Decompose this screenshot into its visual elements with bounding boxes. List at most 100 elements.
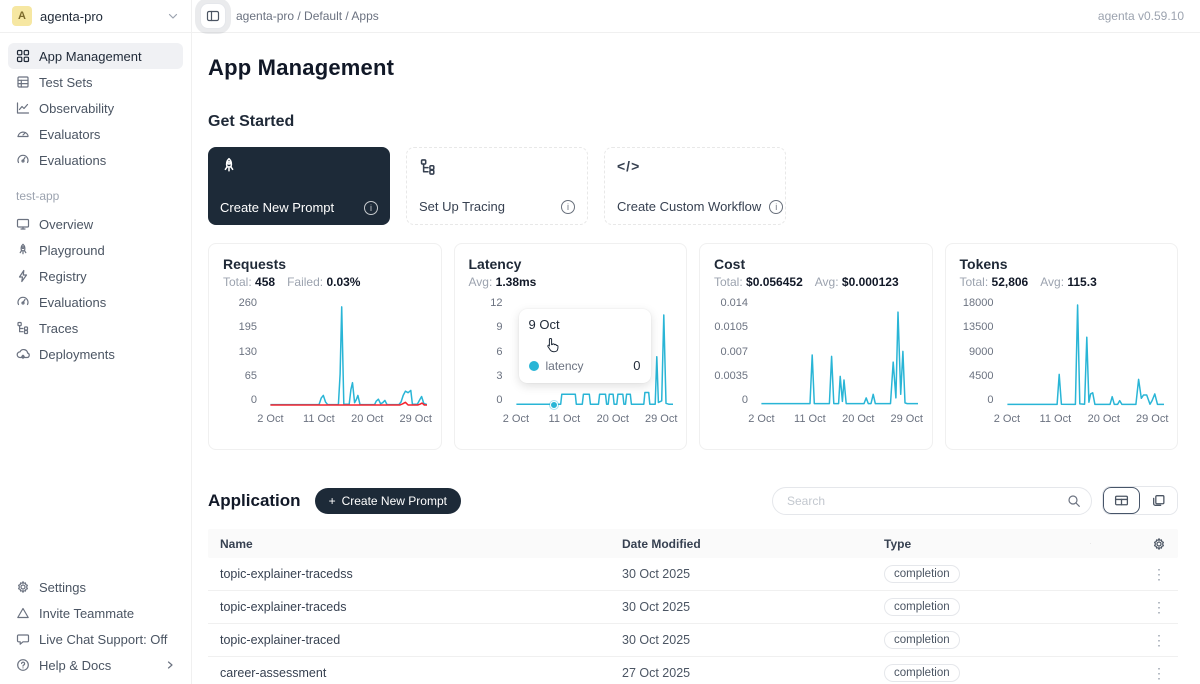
- sidebar-item-label: Evaluators: [39, 127, 100, 142]
- card-view-button[interactable]: [1140, 487, 1177, 514]
- sidebar-item-label: Observability: [39, 101, 114, 116]
- x-axis-labels: 2 Oct11 Oct20 Oct29 Oct: [265, 411, 427, 427]
- top-header: A agenta-pro agenta-pro / Default / Apps…: [0, 0, 1200, 33]
- table-settings-gear-icon[interactable]: [1090, 536, 1178, 552]
- sidebar-item-app-management[interactable]: App Management: [8, 43, 183, 69]
- stat-value: 115.3: [1067, 275, 1096, 289]
- row-menu-icon[interactable]: ⋮: [1090, 665, 1178, 682]
- sidebar-item-label: Deployments: [39, 347, 115, 362]
- tree-icon: [16, 321, 30, 335]
- app-name: topic-explainer-tracedss: [208, 567, 610, 581]
- panel-left-icon: [206, 9, 220, 23]
- cost-line-plot[interactable]: [756, 299, 918, 407]
- column-header-type[interactable]: Type: [872, 537, 1090, 551]
- sidebar-item-test-sets[interactable]: Test Sets: [8, 69, 183, 95]
- sidebar-item-label: Playground: [39, 243, 105, 258]
- stat-label: Failed:: [287, 275, 323, 289]
- x-axis-labels: 2 Oct11 Oct20 Oct29 Oct: [511, 411, 673, 427]
- table-row[interactable]: topic-explainer-traced 30 Oct 2025 compl…: [208, 624, 1178, 657]
- invite-icon: [16, 606, 30, 620]
- sidebar-item-observability[interactable]: Observability: [8, 95, 183, 121]
- chart-title: Latency: [469, 256, 673, 272]
- create-new-prompt-card[interactable]: Create New Prompt i: [208, 147, 390, 225]
- gear-icon: [16, 580, 30, 594]
- type-badge: completion: [884, 664, 960, 682]
- metrics-row: Requests Total: 458 Failed: 0.03% 260195…: [208, 243, 1178, 450]
- column-header-name[interactable]: Name: [208, 537, 610, 551]
- sidebar-collapse-button[interactable]: [200, 3, 226, 29]
- sidebar-item-help-docs[interactable]: Help & Docs: [8, 652, 183, 678]
- sidebar-item-live-chat-support[interactable]: Live Chat Support: Off: [8, 626, 183, 652]
- table-row[interactable]: topic-explainer-traceds 30 Oct 2025 comp…: [208, 591, 1178, 624]
- sidebar-item-settings[interactable]: Settings: [8, 574, 183, 600]
- tooltip-date: 9 Oct: [529, 317, 641, 332]
- y-axis-labels: 0.0140.01050.0070.00350: [714, 299, 756, 407]
- sidebar-item-evaluations[interactable]: Evaluations: [8, 147, 183, 173]
- monitor-icon: [16, 217, 30, 231]
- stat-value: 52,806: [992, 275, 1029, 289]
- sidebar-item-label: Live Chat Support: Off: [39, 632, 167, 647]
- stat-value: 0.03%: [326, 275, 360, 289]
- app-date: 30 Oct 2025: [610, 600, 872, 614]
- x-axis-labels: 2 Oct11 Oct20 Oct29 Oct: [1002, 411, 1164, 427]
- stat-label: Avg:: [1040, 275, 1064, 289]
- chart-line-icon: [16, 101, 30, 115]
- workspace-selector[interactable]: A agenta-pro: [0, 0, 192, 32]
- create-button-label: Create New Prompt: [342, 494, 447, 508]
- row-menu-icon[interactable]: ⋮: [1090, 632, 1178, 649]
- sidebar-item-label: Traces: [39, 321, 78, 336]
- sidebar-item-label: Registry: [39, 269, 87, 284]
- app-name: career-assessment: [208, 666, 610, 680]
- sidebar-item-registry[interactable]: Registry: [8, 263, 183, 289]
- plus-icon: +: [329, 494, 336, 508]
- search-box: [772, 487, 1092, 515]
- column-header-date-modified[interactable]: Date Modified: [610, 537, 872, 551]
- workspace-name: agenta-pro: [40, 9, 159, 24]
- rocket-icon: [16, 243, 30, 257]
- rocket-icon: [220, 157, 238, 175]
- y-axis-labels: 1800013500900045000: [960, 299, 1002, 407]
- workspace-avatar: A: [12, 6, 32, 26]
- sidebar-item-evaluators[interactable]: Evaluators: [8, 121, 183, 147]
- card-label: Set Up Tracing: [419, 199, 505, 214]
- create-new-prompt-button[interactable]: + Create New Prompt: [315, 488, 461, 514]
- requests-line-plot[interactable]: [265, 299, 427, 407]
- app-name: topic-explainer-traced: [208, 633, 610, 647]
- sidebar-item-invite-teammate[interactable]: Invite Teammate: [8, 600, 183, 626]
- create-custom-workflow-card[interactable]: </> Create Custom Workflow i: [604, 147, 786, 225]
- latency-chart-card: Latency Avg: 1.38ms 129630 9 Oct latency…: [454, 243, 688, 450]
- help-icon: [16, 658, 30, 672]
- table-view-button[interactable]: [1103, 487, 1140, 514]
- sidebar-item-playground[interactable]: Playground: [8, 237, 183, 263]
- grid-icon: [16, 49, 30, 63]
- search-input[interactable]: [787, 494, 1067, 508]
- get-started-heading: Get Started: [208, 113, 1178, 131]
- table-row[interactable]: topic-explainer-tracedss 30 Oct 2025 com…: [208, 558, 1178, 591]
- table-row[interactable]: career-assessment 27 Oct 2025 completion…: [208, 657, 1178, 684]
- stat-value: 1.38ms: [496, 275, 537, 289]
- breadcrumb[interactable]: agenta-pro / Default / Apps: [236, 9, 379, 23]
- stat-label: Total:: [223, 275, 252, 289]
- sidebar-item-overview[interactable]: Overview: [8, 211, 183, 237]
- tooltip-series-name: latency: [546, 359, 584, 373]
- latency-line-plot[interactable]: 9 Oct latency 0: [511, 299, 673, 407]
- chevron-right-icon: [165, 660, 175, 670]
- app-version: agenta v0.59.10: [1098, 9, 1200, 23]
- search-icon[interactable]: [1067, 494, 1081, 508]
- sidebar-item-evaluations-app[interactable]: Evaluations: [8, 289, 183, 315]
- cursor-hand-icon: [545, 337, 561, 355]
- sidebar-item-traces[interactable]: Traces: [8, 315, 183, 341]
- sidebar-section-label: test-app: [16, 189, 183, 203]
- row-menu-icon[interactable]: ⋮: [1090, 566, 1178, 583]
- sidebar-item-label: Overview: [39, 217, 93, 232]
- tooltip-value: 0: [633, 358, 640, 373]
- trace-tree-icon: [419, 158, 437, 176]
- type-badge: completion: [884, 565, 960, 583]
- set-up-tracing-card[interactable]: Set Up Tracing i: [406, 147, 588, 225]
- tokens-line-plot[interactable]: [1002, 299, 1164, 407]
- lightning-icon: [16, 269, 30, 283]
- cloud-icon: [16, 347, 30, 361]
- card-label: Create Custom Workflow: [617, 199, 761, 214]
- sidebar-item-deployments[interactable]: Deployments: [8, 341, 183, 367]
- row-menu-icon[interactable]: ⋮: [1090, 599, 1178, 616]
